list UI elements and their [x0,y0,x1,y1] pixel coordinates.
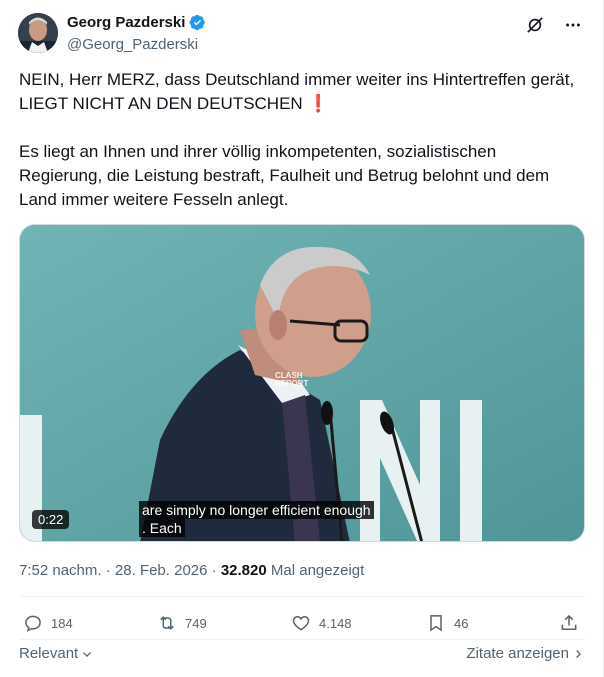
video-watermark: CLASH REPORT [275,371,309,388]
view-quotes-link[interactable]: Zitate anzeigen [466,645,585,662]
like-count: 4.148 [319,615,352,631]
tweet: Georg Pazderski @Georg_Pazderski NEIN, H… [0,0,604,677]
sort-dropdown[interactable]: Relevant [19,645,94,662]
view-quotes-label: Zitate anzeigen [466,645,569,662]
reply-button[interactable]: 184 [23,608,73,638]
tweet-text: NEIN, Herr MERZ, dass Deutschland immer … [19,68,579,212]
avatar[interactable] [18,13,58,53]
bookmark-button[interactable]: 46 [426,608,468,638]
action-bar: 184 749 4.148 46 [19,608,585,638]
repost-count: 749 [185,615,207,631]
author-name[interactable]: Georg Pazderski [67,14,185,31]
view-count: 32.820 [220,562,267,579]
repost-button[interactable]: 749 [157,608,207,638]
like-button[interactable]: 4.148 [291,608,352,638]
tweet-paragraph-1: NEIN, Herr MERZ, dass Deutschland immer … [19,70,575,113]
view-count-label: Mal angezeigt [270,562,365,579]
tweet-meta: 7:52 nachm. · 28. Feb. 2026 · 32.820 Mal… [19,562,365,579]
tweet-date[interactable]: 28. Feb. 2026 [115,562,208,579]
reply-count: 184 [51,615,73,631]
divider [19,639,585,640]
chevron-right-icon [576,649,581,658]
exclamation-emoji: ❗ [307,94,329,113]
heart-icon [292,615,310,631]
reply-sort-bar: Relevant Zitate anzeigen [19,645,585,662]
tweet-paragraph-2: Es liegt an Ihnen und ihrer völlig inkom… [19,142,550,209]
video-player[interactable]: CLASH REPORT are simply no longer effici… [19,224,585,542]
tweet-time[interactable]: 7:52 nachm. [19,562,102,579]
repost-icon [160,616,174,630]
share-button[interactable] [559,608,579,638]
bookmark-icon [430,615,442,632]
share-icon [561,614,577,630]
divider [19,596,585,597]
reply-icon [25,615,41,632]
chevron-down-icon [83,651,92,657]
video-duration: 0:22 [32,510,70,529]
bookmark-count: 46 [454,615,469,631]
author-handle[interactable]: @Georg_Pazderski [67,36,198,53]
video-caption: are simply no longer efficient enough . … [139,501,374,537]
sort-label: Relevant [19,645,79,662]
verified-badge-icon [189,14,206,31]
more-icon[interactable] [563,15,583,35]
grok-icon[interactable] [525,15,545,35]
